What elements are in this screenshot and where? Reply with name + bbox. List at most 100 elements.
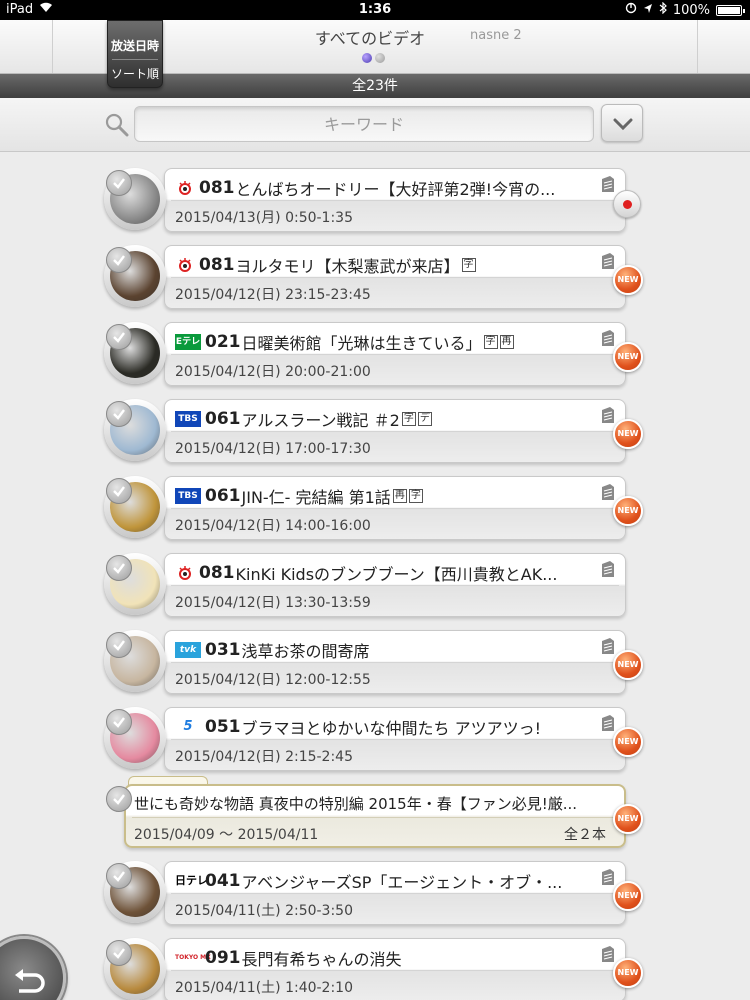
channel-number: 091 (205, 948, 241, 968)
group-date-range: 2015/04/09 〜 2015/04/11 (134, 827, 319, 843)
battery-percent: 100% (672, 2, 710, 18)
caption-badge: 字 (461, 258, 476, 272)
list-item[interactable]: tvk 031 浅草お茶の間寄席 2015/04/12(日) 12:00-12:55 N… (104, 620, 644, 700)
select-checkbox[interactable] (106, 247, 132, 273)
device-name: nasne 2 (470, 28, 522, 43)
video-title: 長門有希ちゃんの消失 (241, 950, 402, 969)
document-icon (601, 252, 615, 270)
broadcast-time: 2015/04/11(土) 2:50-3:50 (175, 903, 353, 919)
new-badge: NEW (613, 650, 643, 680)
video-title: とんばちオードリー【大好評第2弾!今宵の... (235, 180, 556, 199)
broadcast-time: 2015/04/13(月) 0:50-1:35 (175, 210, 353, 226)
video-card[interactable]: 日テレ 041 アベンジャーズSP「エージェント・オブ・... 2015/04/11(… (164, 861, 626, 925)
document-icon (601, 868, 615, 886)
video-title: 日曜美術館「光琳は生きている」 (241, 334, 482, 353)
back-button[interactable] (0, 936, 66, 1000)
bluetooth-icon (659, 1, 667, 18)
group-title: 世にも奇妙な物語 真夜中の特別編 2015年・春【ファン必見!厳... (134, 795, 578, 813)
video-card[interactable]: TBS 061 JIN-仁- 完結編 第1話再字 2015/04/12(日) 14:0… (164, 476, 626, 540)
channel-number: 031 (205, 640, 241, 660)
channel-number: 081 (199, 178, 235, 198)
list-item[interactable]: TBS 061 JIN-仁- 完結編 第1話再字 2015/04/12(日) 14:0… (104, 466, 644, 546)
list-item[interactable]: 081 KinKi Kidsのブンブブーン【西川貴教とAK... 2015/04/1… (104, 543, 644, 623)
search-input[interactable] (134, 106, 594, 142)
select-checkbox[interactable] (106, 555, 132, 581)
list-item[interactable]: TOKYO MX 091 長門有希ちゃんの消失 2015/04/11(土) 1:40-… (104, 928, 644, 1000)
new-badge: NEW (613, 496, 643, 526)
location-lock-icon (625, 2, 637, 18)
video-card[interactable]: 5 051 ブラマヨとゆかいな仲間たち アツアツっ! 2015/04/12(日) 2:… (164, 707, 626, 771)
list-item[interactable]: 081 とんばちオードリー【大好評第2弾!今宵の... 2015/04/13(月) … (104, 158, 644, 238)
sort-order-button[interactable]: 放送日時 ソート順 (107, 20, 163, 88)
list-item[interactable]: Eテレ 021 日曜美術館「光琳は生きている」字再 2015/04/12(日) 20:… (104, 312, 644, 392)
page-dot-active[interactable] (362, 53, 372, 63)
back-arrow-icon (15, 969, 45, 993)
new-badge: NEW (613, 881, 643, 911)
video-title: JIN-仁- 完結編 第1話 (241, 488, 391, 507)
list-item[interactable]: 5 051 ブラマヨとゆかいな仲間たち アツアツっ! 2015/04/12(日) 2:… (104, 697, 644, 777)
tbs-logo-icon: TBS (175, 411, 201, 427)
tbs-logo-icon: TBS (175, 488, 201, 504)
fuji-eye-logo-icon (175, 180, 195, 196)
video-card[interactable]: 081 とんばちオードリー【大好評第2弾!今宵の... 2015/04/13(月) … (164, 168, 626, 232)
group-item[interactable]: 世にも奇妙な物語 真夜中の特別編 2015年・春【ファン必見!厳... 2015/… (0, 774, 750, 854)
select-checkbox[interactable] (106, 786, 132, 812)
new-badge: NEW (613, 265, 643, 295)
select-checkbox[interactable] (106, 709, 132, 735)
document-icon (601, 637, 615, 655)
group-count: 全２本 (564, 827, 606, 843)
broadcast-time: 2015/04/12(日) 13:30-13:59 (175, 595, 371, 611)
document-icon (601, 175, 615, 193)
search-icon (104, 112, 130, 138)
series-group-card[interactable]: 世にも奇妙な物語 真夜中の特別編 2015年・春【ファン必見!厳... 2015/… (124, 784, 626, 848)
video-title: ヨルタモリ【木梨憲武が来店】 (235, 257, 460, 276)
channel-number: 081 (199, 255, 235, 275)
caption-badge: 字 (408, 489, 423, 503)
select-checkbox[interactable] (106, 940, 132, 966)
five-logo-icon: 5 (183, 719, 193, 734)
page-dot-inactive[interactable] (375, 53, 385, 63)
broadcast-time: 2015/04/11(土) 1:40-2:10 (175, 980, 353, 996)
video-card[interactable]: TBS 061 アルスラーン戦記 ＃2 字デ 2015/04/12(日) 17:00-1… (164, 399, 626, 463)
video-title: アベンジャーズSP「エージェント・オブ・... (241, 873, 563, 892)
select-checkbox[interactable] (106, 170, 132, 196)
recording-indicator-icon (613, 190, 641, 218)
list-item[interactable]: TBS 061 アルスラーン戦記 ＃2 字デ 2015/04/12(日) 17:00-1… (104, 389, 644, 469)
channel-number: 041 (205, 871, 241, 891)
video-card[interactable]: 081 KinKi Kidsのブンブブーン【西川貴教とAK... 2015/04/1… (164, 553, 626, 617)
select-checkbox[interactable] (106, 401, 132, 427)
broadcast-time: 2015/04/12(日) 2:15-2:45 (175, 749, 353, 765)
battery-icon (716, 4, 745, 16)
document-icon (601, 483, 615, 501)
page-title: すべてのビデオ (314, 29, 426, 48)
new-badge: NEW (613, 419, 643, 449)
broadcast-time: 2015/04/12(日) 23:15-23:45 (175, 287, 371, 303)
video-card[interactable]: Eテレ 021 日曜美術館「光琳は生きている」字再 2015/04/12(日) 20:… (164, 322, 626, 386)
select-checkbox[interactable] (106, 478, 132, 504)
video-card[interactable]: tvk 031 浅草お茶の間寄席 2015/04/12(日) 12:00-12:55 (164, 630, 626, 694)
video-card[interactable]: 081 ヨルタモリ【木梨憲武が来店】字 2015/04/12(日) 23:15-23… (164, 245, 626, 309)
video-card[interactable]: TOKYO MX 091 長門有希ちゃんの消失 2015/04/11(土) 1:40-… (164, 938, 626, 1000)
fuji-eye-logo-icon (175, 565, 195, 581)
filter-dropdown-button[interactable] (601, 104, 643, 142)
select-checkbox[interactable] (106, 324, 132, 350)
caption-badge: 再 (499, 335, 514, 349)
tvk-logo-icon: tvk (175, 642, 201, 658)
broadcast-time: 2015/04/12(日) 14:00-16:00 (175, 518, 371, 534)
select-checkbox[interactable] (106, 863, 132, 889)
list-item[interactable]: 日テレ 041 アベンジャーズSP「エージェント・オブ・... 2015/04/11(… (104, 851, 644, 931)
item-count: 全23件 (352, 78, 398, 94)
document-icon (601, 945, 615, 963)
new-badge: NEW (613, 804, 643, 834)
fuji-eye-logo-icon (175, 257, 195, 273)
channel-number: 081 (199, 563, 235, 583)
sort-button-label-2: ソート順 (110, 67, 159, 81)
page-indicator[interactable] (362, 53, 385, 63)
list-item[interactable]: 081 ヨルタモリ【木梨憲武が来店】字 2015/04/12(日) 23:15-23… (104, 235, 644, 315)
video-title: 浅草お茶の間寄席 (241, 642, 370, 661)
select-checkbox[interactable] (106, 632, 132, 658)
broadcast-time: 2015/04/12(日) 12:00-12:55 (175, 672, 371, 688)
location-arrow-icon (643, 3, 653, 18)
status-bar: iPad 1:36 100% (0, 0, 750, 20)
broadcast-time: 2015/04/12(日) 17:00-17:30 (175, 441, 371, 457)
